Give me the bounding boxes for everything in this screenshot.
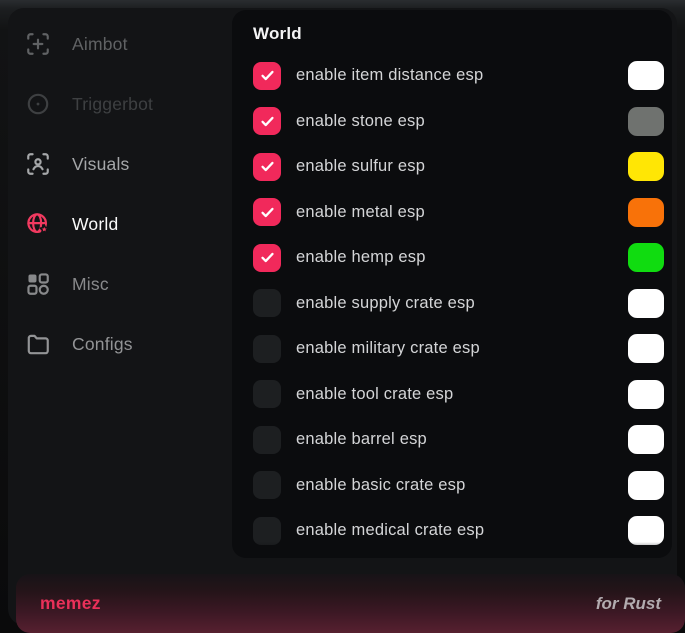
checkbox[interactable] — [253, 153, 281, 181]
esp-row-hemp: enable hemp esp — [232, 235, 672, 281]
esp-row-sulfur: enable sulfur esp — [232, 144, 672, 190]
visuals-icon — [25, 151, 51, 177]
checkbox-label: enable supply crate esp — [296, 294, 628, 313]
sidebar-item-label: Triggerbot — [72, 94, 153, 115]
color-swatch[interactable] — [628, 289, 664, 318]
esp-row-partial — [232, 554, 672, 559]
checkbox-label: enable tool crate esp — [296, 385, 628, 404]
color-swatch[interactable] — [628, 380, 664, 409]
sidebar-item-aimbot[interactable]: Aimbot — [8, 14, 232, 74]
esp-row-basic-crate: enable basic crate esp — [232, 463, 672, 509]
checkbox[interactable] — [253, 244, 281, 272]
esp-row-barrel: enable barrel esp — [232, 417, 672, 463]
color-swatch[interactable] — [628, 198, 664, 227]
checkbox-label: enable item distance esp — [296, 66, 628, 85]
esp-options-list: enable item distance esp enable stone es… — [232, 53, 672, 558]
sidebar-item-misc[interactable]: Misc — [8, 254, 232, 314]
checkbox[interactable] — [253, 62, 281, 90]
esp-row-item-distance: enable item distance esp — [232, 53, 672, 99]
sidebar: Aimbot Triggerbot Visuals — [8, 14, 232, 374]
checkbox-label: enable metal esp — [296, 203, 628, 222]
esp-row-supply-crate: enable supply crate esp — [232, 281, 672, 327]
checkbox-label: enable medical crate esp — [296, 521, 628, 540]
checkbox[interactable] — [253, 517, 281, 545]
checkbox[interactable] — [253, 198, 281, 226]
misc-icon — [25, 271, 51, 297]
panel-title: World — [253, 24, 672, 44]
checkbox-label: enable basic crate esp — [296, 476, 628, 495]
checkbox-label: enable sulfur esp — [296, 157, 628, 176]
checkbox[interactable] — [253, 335, 281, 363]
sidebar-item-label: World — [72, 214, 118, 235]
checkbox-label: enable hemp esp — [296, 248, 628, 267]
checkbox-label: enable barrel esp — [296, 430, 628, 449]
color-swatch[interactable] — [628, 107, 664, 136]
brand-name: memez — [40, 593, 101, 614]
world-icon — [25, 211, 51, 237]
sidebar-item-label: Misc — [72, 274, 109, 295]
triggerbot-icon — [25, 91, 51, 117]
sidebar-item-configs[interactable]: Configs — [8, 314, 232, 374]
checkbox[interactable] — [253, 289, 281, 317]
checkbox[interactable] — [253, 380, 281, 408]
checkbox[interactable] — [253, 426, 281, 454]
color-swatch[interactable] — [628, 61, 664, 90]
footer-bar: memez for Rust — [16, 574, 685, 633]
sidebar-item-label: Visuals — [72, 154, 130, 175]
sidebar-item-world[interactable]: World — [8, 194, 232, 254]
configs-icon — [25, 331, 51, 357]
sidebar-item-triggerbot[interactable]: Triggerbot — [8, 74, 232, 134]
brand-suffix: for Rust — [596, 594, 661, 614]
esp-row-stone: enable stone esp — [232, 99, 672, 145]
color-swatch[interactable] — [628, 516, 664, 545]
esp-row-medical-crate: enable medical crate esp — [232, 508, 672, 554]
color-swatch[interactable] — [628, 243, 664, 272]
checkbox-label: enable stone esp — [296, 112, 628, 131]
checkbox-label: enable military crate esp — [296, 339, 628, 358]
sidebar-item-visuals[interactable]: Visuals — [8, 134, 232, 194]
color-swatch[interactable] — [628, 152, 664, 181]
aimbot-icon — [25, 31, 51, 57]
color-swatch[interactable] — [628, 334, 664, 363]
sidebar-item-label: Aimbot — [72, 34, 128, 55]
esp-row-military-crate: enable military crate esp — [232, 326, 672, 372]
sidebar-item-label: Configs — [72, 334, 133, 355]
esp-row-tool-crate: enable tool crate esp — [232, 372, 672, 418]
color-swatch[interactable] — [628, 471, 664, 500]
esp-row-metal: enable metal esp — [232, 190, 672, 236]
world-settings-panel: World enable item distance esp enable st… — [232, 10, 672, 558]
checkbox[interactable] — [253, 471, 281, 499]
cheat-menu-window: Aimbot Triggerbot Visuals — [8, 8, 677, 625]
checkbox[interactable] — [253, 107, 281, 135]
color-swatch[interactable] — [628, 425, 664, 454]
